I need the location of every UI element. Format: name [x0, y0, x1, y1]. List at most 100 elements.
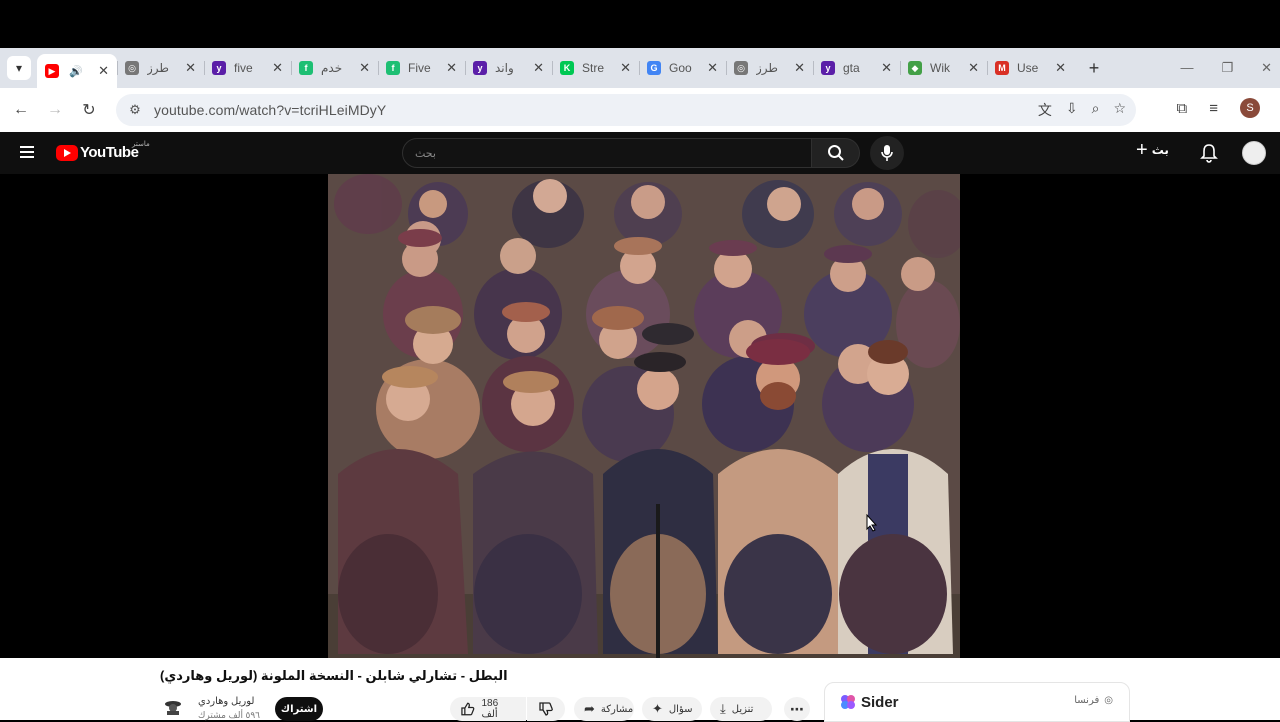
menu-icon[interactable] [20, 146, 34, 158]
subscribe-button[interactable]: اشتراك [275, 697, 323, 721]
sparkle-icon: ✦ [652, 701, 663, 716]
tab-title: خدم [321, 61, 343, 75]
url-text[interactable]: youtube.com/watch?v=tcriHLeiMDyY [154, 102, 386, 118]
minimize-button[interactable]: — [1180, 60, 1193, 76]
youtube-logo[interactable]: YouTube ماستر [56, 141, 150, 161]
back-button[interactable]: ← [4, 101, 38, 119]
dislike-button[interactable] [527, 697, 565, 721]
video-title: البطل - تشارلي شابلن - النسخة الملونة (ل… [160, 668, 508, 683]
tab-close-icon[interactable]: ✕ [707, 60, 718, 76]
sider-extension-panel[interactable]: Sider فرنسا ◎ [824, 682, 1130, 722]
sider-name: Sider [861, 693, 899, 711]
search-button[interactable] [812, 138, 860, 168]
browser-tab[interactable]: ▶ 🔊 ✕ [37, 54, 117, 88]
tab-close-icon[interactable]: ✕ [272, 60, 283, 76]
browser-right-actions: ⧉ ≡ S [1177, 98, 1260, 118]
window-controls: — ❐ ✕ [1180, 60, 1280, 76]
ask-button[interactable]: ✦ سؤال [642, 697, 702, 721]
zoom-icon[interactable]: ⌕ [1092, 100, 1100, 120]
tab-title: Five [408, 61, 431, 75]
media-control-icon[interactable]: ≡ [1209, 100, 1218, 117]
browser-tab[interactable]: M Use ✕ [987, 53, 1074, 83]
tab-favicon-icon: y [473, 61, 487, 75]
create-label: بث [1151, 143, 1169, 157]
channel-avatar[interactable] [164, 698, 182, 716]
like-count: 186 ألف [481, 698, 499, 720]
channel-name[interactable]: لوريل وهاردي [198, 696, 254, 707]
more-icon: ⋯ [790, 700, 804, 717]
browser-tab[interactable]: ◎ طرز ✕ [726, 53, 813, 83]
youtube-play-icon [56, 144, 78, 161]
tab-favicon-icon: f [386, 61, 400, 75]
youtube-header: YouTube ماستر بحث + بث [0, 132, 1280, 174]
sider-language-label: فرنسا [1074, 695, 1100, 706]
channel-subscriber-count: ٥٩٦ ألف مشترك [198, 710, 261, 720]
browser-tab[interactable]: f خدم ✕ [291, 53, 378, 83]
browser-tab[interactable]: G Goo ✕ [639, 53, 726, 83]
share-label: مشاركة [600, 703, 634, 715]
browser-toolbar: ← → ↻ ⚙ youtube.com/watch?v=tcriHLeiMDyY… [0, 88, 1280, 132]
tab-title: Wik [930, 61, 950, 75]
mouse-cursor-icon [866, 514, 878, 532]
extensions-icon[interactable]: ⧉ [1177, 100, 1188, 117]
browser-tab[interactable]: f Five ✕ [378, 53, 465, 83]
browser-tab-strip: ▾ ▶ 🔊 ✕ ◎ طرز ✕ y five ✕ f خدم ✕ f Five ✕ y واند ✕ K Stre ✕ G… [0, 48, 1280, 88]
new-tab-button[interactable]: + [1082, 58, 1106, 79]
tab-favicon-icon: y [821, 61, 835, 75]
tab-close-icon[interactable]: ✕ [359, 60, 370, 76]
browser-tab[interactable]: y واند ✕ [465, 53, 552, 83]
bookmark-star-icon[interactable]: ☆ [1113, 100, 1126, 120]
tab-close-icon[interactable]: ✕ [1055, 60, 1066, 76]
tab-title: واند [495, 61, 514, 75]
tab-favicon-icon: ◎ [125, 61, 139, 75]
tab-close-icon[interactable]: ✕ [881, 60, 892, 76]
create-button[interactable]: + بث [1136, 140, 1169, 160]
tab-search-button[interactable]: ▾ [7, 56, 31, 80]
more-actions-button[interactable]: ⋯ [784, 697, 810, 721]
target-icon: ◎ [1104, 695, 1113, 706]
browser-tab[interactable]: ◆ Wik ✕ [900, 53, 987, 83]
browser-tab[interactable]: y five ✕ [204, 53, 291, 83]
tab-close-icon[interactable]: ✕ [98, 63, 109, 79]
download-button[interactable]: ⤓ تنزيل [710, 697, 772, 721]
install-app-icon[interactable]: ⇩ [1066, 100, 1078, 120]
reload-button[interactable]: ↻ [72, 100, 106, 120]
sider-brain-icon [841, 695, 855, 709]
thumbs-down-icon [539, 702, 553, 716]
tab-close-icon[interactable]: ✕ [968, 60, 979, 76]
tab-close-icon[interactable]: ✕ [620, 60, 631, 76]
video-still-image [328, 174, 960, 658]
restore-button[interactable]: ❐ [1221, 60, 1233, 76]
forward-button[interactable]: → [38, 101, 72, 119]
tab-favicon-icon: M [995, 61, 1009, 75]
close-window-button[interactable]: ✕ [1261, 60, 1272, 76]
browser-tab[interactable]: K Stre ✕ [552, 53, 639, 83]
site-settings-icon[interactable]: ⚙ [120, 102, 150, 118]
tab-close-icon[interactable]: ✕ [794, 60, 805, 76]
browser-tab[interactable]: y gta ✕ [813, 53, 900, 83]
tab-favicon-icon: y [212, 61, 226, 75]
address-bar[interactable]: ⚙ youtube.com/watch?v=tcriHLeiMDyY 文 ⇩ ⌕… [116, 94, 1136, 126]
video-frame[interactable] [328, 174, 960, 658]
voice-search-button[interactable] [870, 136, 904, 170]
tab-title: طرز [756, 61, 778, 75]
sider-logo[interactable]: Sider [839, 693, 899, 711]
sider-language-selector[interactable]: فرنسا ◎ [1074, 695, 1113, 706]
tab-close-icon[interactable]: ✕ [185, 60, 196, 76]
account-avatar[interactable] [1242, 141, 1266, 165]
search-input[interactable]: بحث [402, 138, 812, 168]
profile-avatar[interactable]: S [1240, 98, 1260, 118]
thumbs-up-icon [461, 702, 475, 716]
address-bar-actions: 文 ⇩ ⌕ ☆ [1038, 100, 1136, 120]
video-player[interactable] [0, 174, 1280, 658]
tab-audio-icon[interactable]: 🔊 [69, 65, 83, 78]
ask-label: سؤال [668, 703, 693, 715]
tab-close-icon[interactable]: ✕ [446, 60, 457, 76]
translate-icon[interactable]: 文 [1038, 100, 1052, 120]
tab-close-icon[interactable]: ✕ [533, 60, 544, 76]
notifications-button[interactable] [1200, 143, 1218, 168]
share-button[interactable]: ➦ مشاركة [574, 697, 634, 721]
like-button[interactable]: 186 ألف [450, 697, 526, 721]
browser-tab[interactable]: ◎ طرز ✕ [117, 53, 204, 83]
tab-favicon-icon: K [560, 61, 574, 75]
